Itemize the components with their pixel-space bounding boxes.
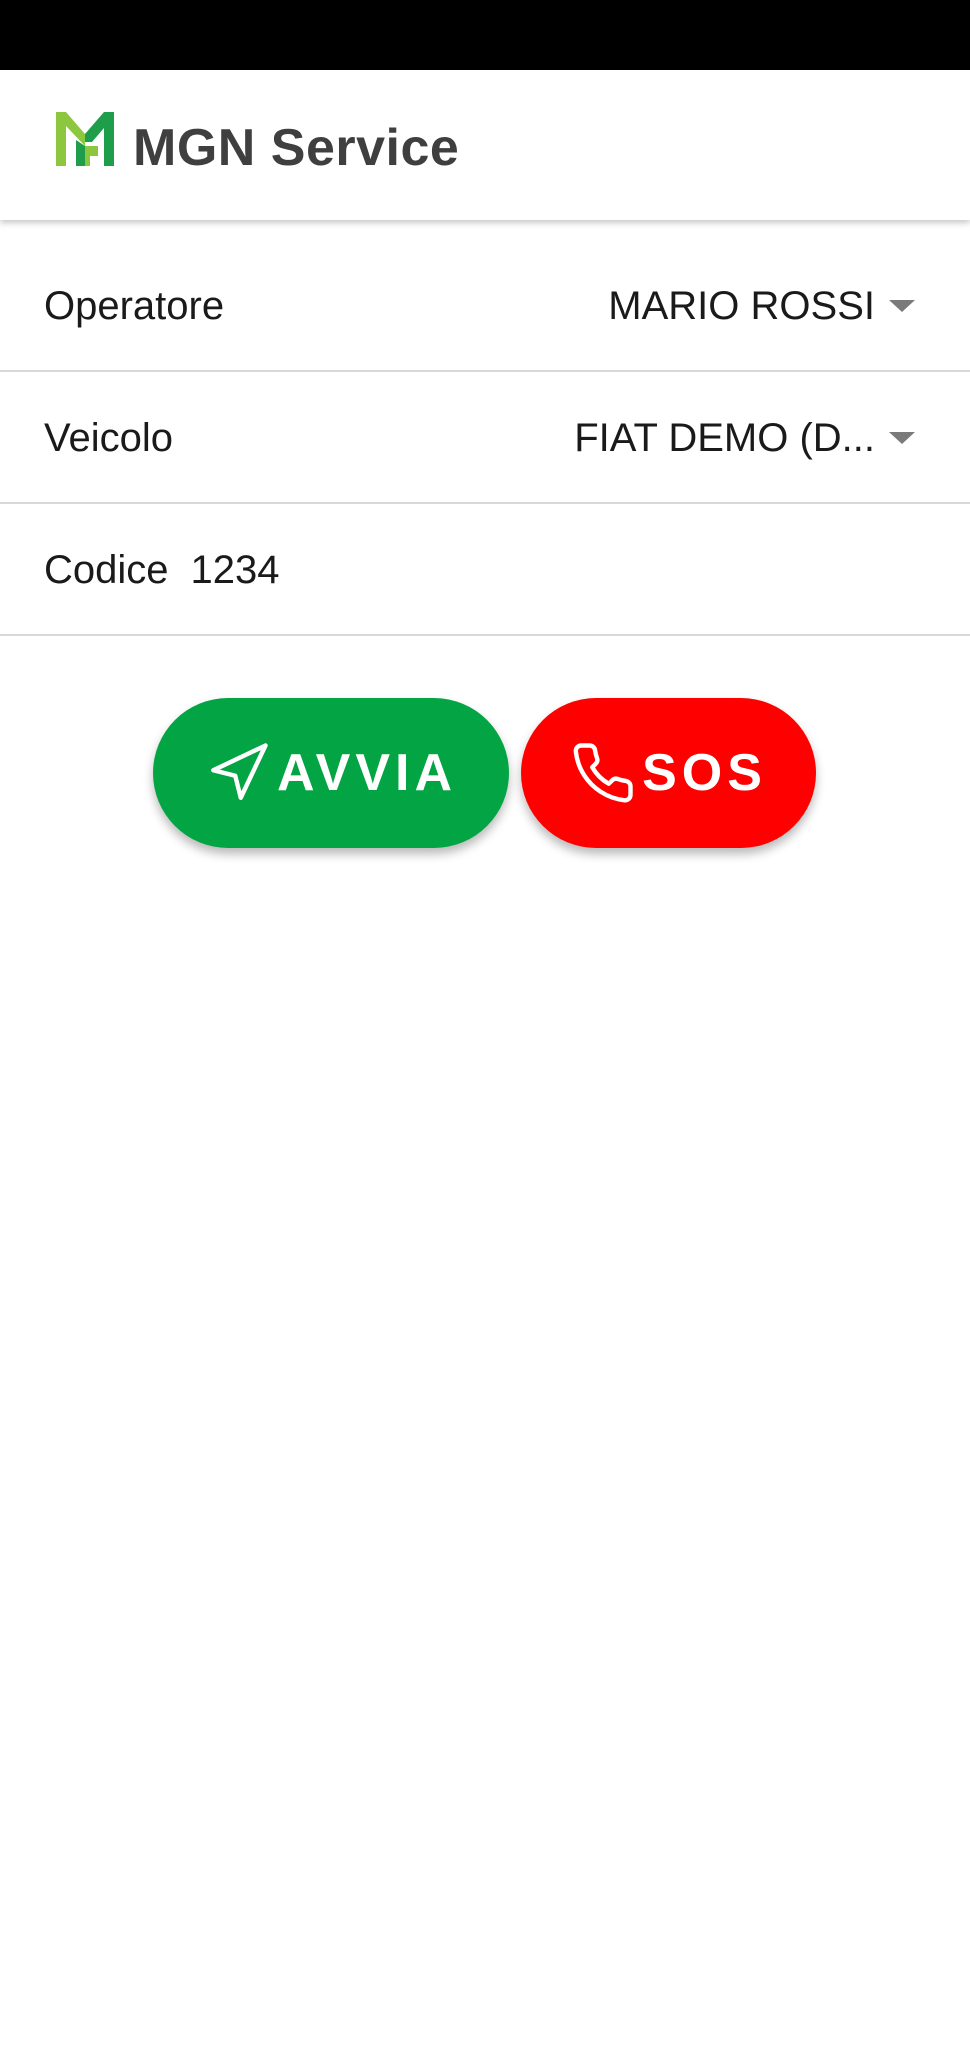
sos-label: SOS [642,744,767,802]
codice-row[interactable]: Codice 1234 [0,506,970,636]
operatore-select[interactable]: MARIO ROSSI [608,286,875,326]
operatore-row[interactable]: Operatore MARIO ROSSI [0,242,970,372]
phone-icon [573,743,633,803]
sos-button[interactable]: SOS [521,698,816,848]
codice-value[interactable]: 1234 [191,548,280,592]
codice-label: Codice [44,548,169,592]
veicolo-row[interactable]: Veicolo FIAT DEMO (D... [0,374,970,504]
veicolo-label: Veicolo [44,416,173,460]
avvia-button[interactable]: AVVIA [153,698,509,848]
app-bar: MGN Service [0,70,970,220]
dropdown-arrow-icon[interactable] [889,432,915,444]
navigation-arrow-icon [211,743,268,800]
status-bar [0,0,970,70]
codice-field[interactable]: Codice 1234 [44,550,280,590]
veicolo-select[interactable]: FIAT DEMO (D... [574,418,875,458]
avvia-label: AVVIA [276,744,458,802]
operatore-label: Operatore [44,284,225,328]
mgn-logo-icon [56,112,114,166]
app-title: MGN Service [133,119,460,177]
dropdown-arrow-icon[interactable] [889,300,915,312]
